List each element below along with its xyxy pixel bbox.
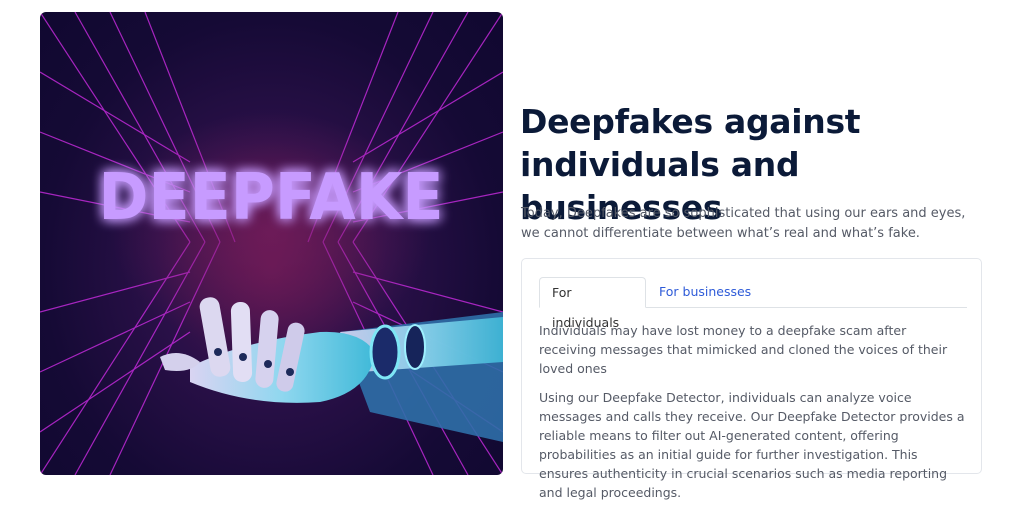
intro-paragraph: Today, Deepfakes are so sophisticated th… <box>521 206 966 241</box>
tab-for-businesses[interactable]: For businesses <box>647 277 763 307</box>
deepfake-hero-image: DEEPFAKE <box>40 12 503 475</box>
audience-tabs-card: For individuals For businesses Individua… <box>521 258 982 500</box>
tab-for-individuals[interactable]: For individuals <box>539 277 646 330</box>
page-title-line-1: Deepfakes against <box>520 102 861 141</box>
panel-paragraph-1: Individuals may have lost money to a dee… <box>539 323 948 376</box>
panel-paragraph-2: Using our Deepfake Detector, individuals… <box>539 390 965 500</box>
deepfake-illustration: DEEPFAKE <box>40 12 503 475</box>
deepfake-neon-text: DEEPFAKE <box>99 161 444 235</box>
tab-panel-individuals: Individuals may have lost money to a dee… <box>539 321 967 512</box>
tab-bar: For individuals For businesses <box>539 277 967 330</box>
